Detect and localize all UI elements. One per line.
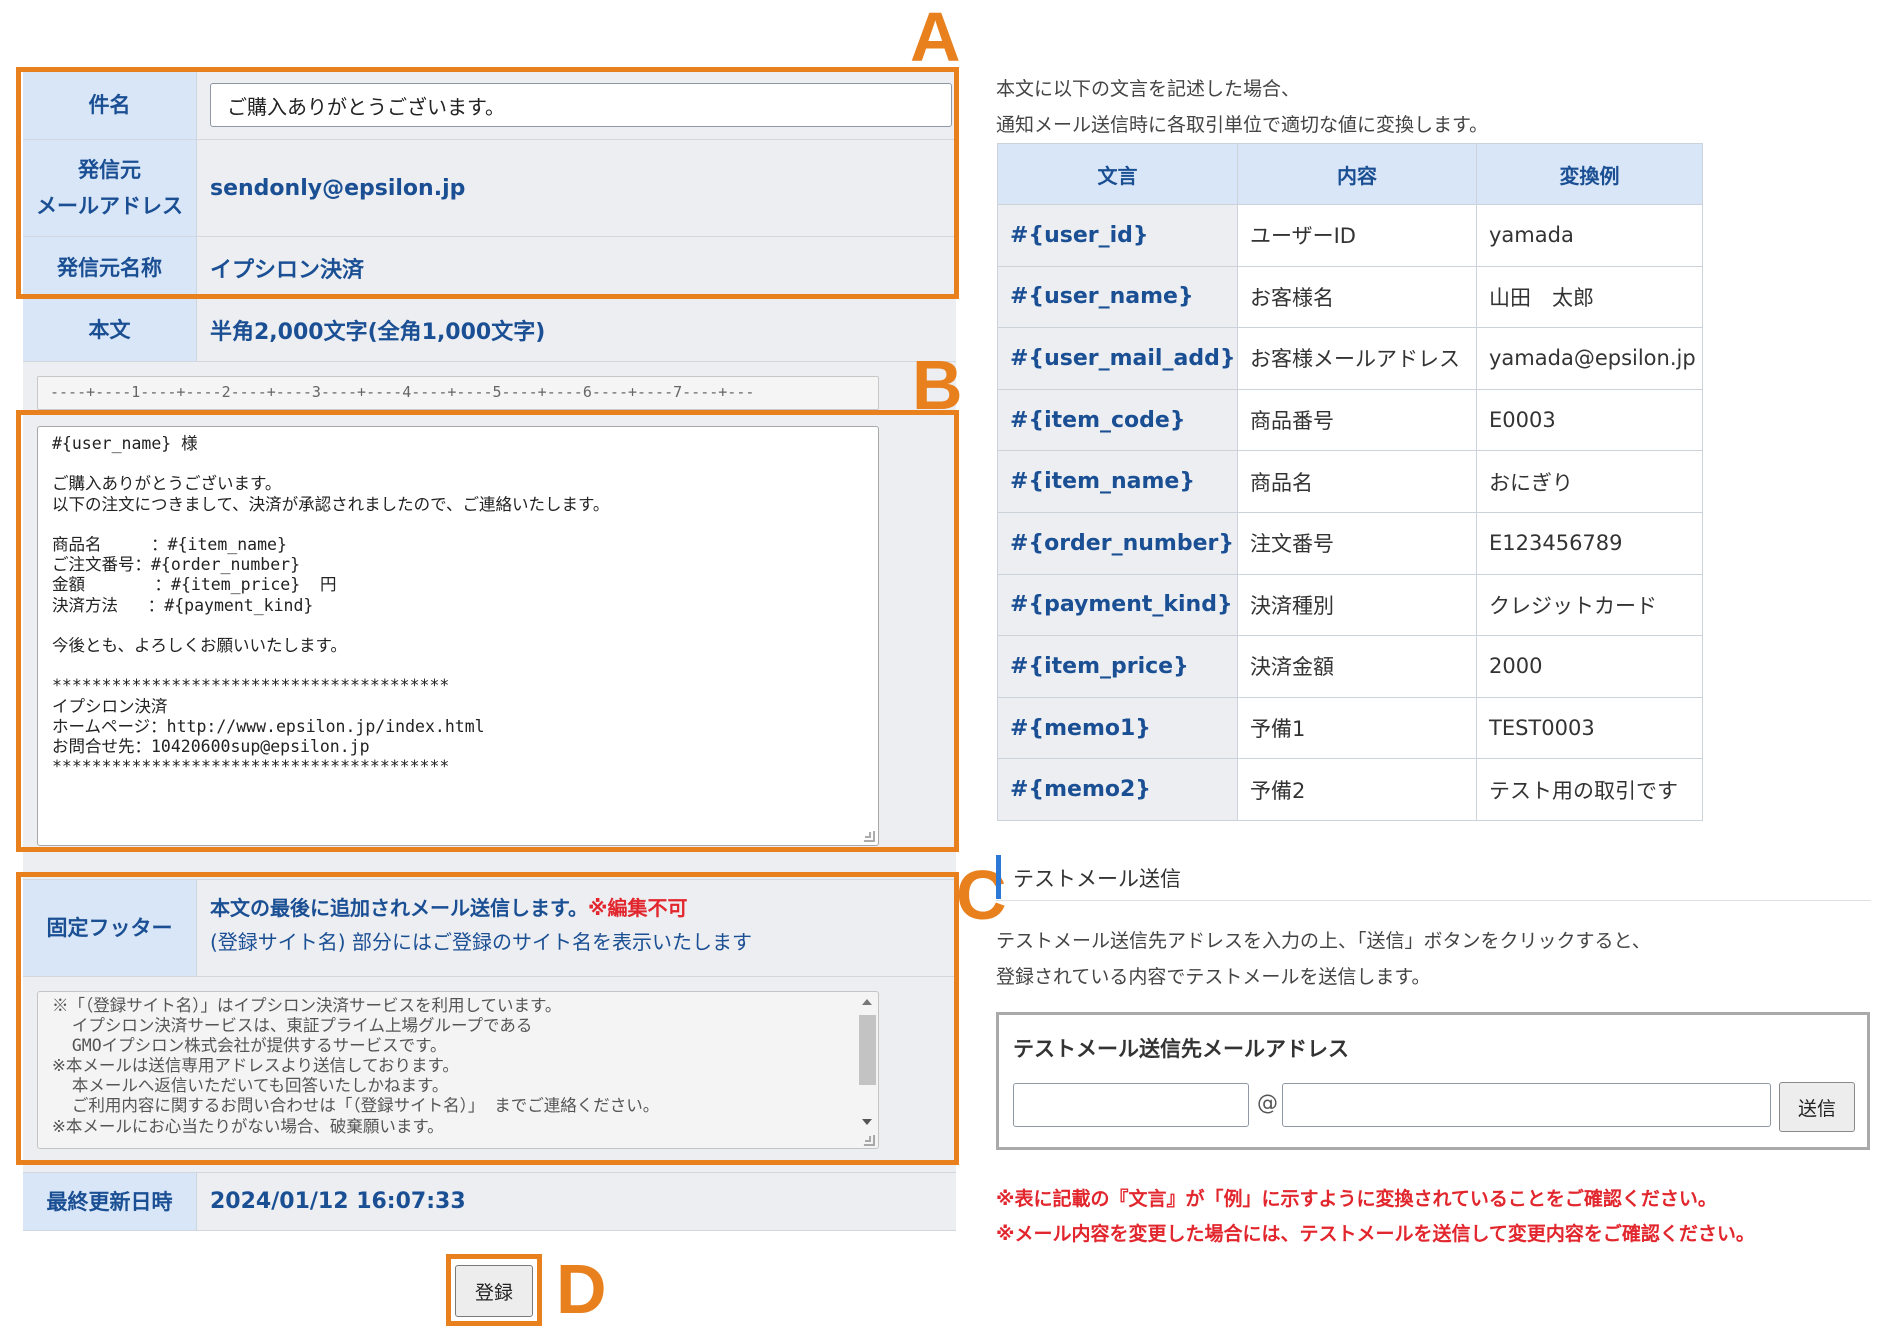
phrase-cell: #{item_code} [997, 388, 1238, 452]
table-row: #{order_number} 注文番号 E123456789 [997, 511, 1703, 575]
test-mail-box: テストメール送信先メールアドレス @ 送信 [996, 1012, 1870, 1150]
content-cell: 決済金額 [1237, 635, 1477, 698]
test-mail-heading: テストメール送信 [996, 855, 1871, 901]
content-cell: ユーザーID [1237, 204, 1477, 267]
test-desc-line-2: 登録されている内容でテストメールを送信します。 [996, 966, 1431, 988]
content-cell: 注文番号 [1237, 511, 1477, 575]
example-cell: E0003 [1476, 388, 1703, 452]
example-cell: 山田 太郎 [1476, 265, 1703, 329]
phrase-cell: #{memo2} [997, 758, 1238, 821]
annotation-letter-d: D [556, 1250, 607, 1328]
send-button[interactable]: 送信 [1779, 1082, 1855, 1132]
table-row: #{user_id} ユーザーID yamada [997, 204, 1703, 267]
content-cell: お客様メールアドレス [1237, 327, 1477, 390]
annotation-box-d [446, 1254, 542, 1326]
table-header-phrase: 文言 [997, 143, 1238, 205]
example-cell: クレジットカード [1476, 573, 1703, 637]
phrase-cell: #{user_mail_add} [997, 327, 1238, 390]
annotation-letter-b: B [912, 346, 963, 424]
phrase-cell: #{user_name} [997, 265, 1238, 329]
table-row: #{memo1} 予備1 TEST0003 [997, 696, 1703, 760]
content-cell: 予備2 [1237, 758, 1477, 821]
column-ruler: ----+----1----+----2----+----3----+----4… [37, 376, 879, 410]
updated-label: 最終更新日時 [23, 1173, 197, 1230]
heading-accent-bar [996, 855, 1001, 899]
at-sign: @ [1257, 1091, 1278, 1115]
content-cell: 商品名 [1237, 450, 1477, 513]
example-cell: yamada@epsilon.jp [1476, 327, 1703, 390]
body-limit: 半角2,000文字(全角1,000文字) [197, 299, 956, 361]
content-cell: お客様名 [1237, 265, 1477, 329]
note-2: ※メール内容を変更した場合には、テストメールを送信して変更内容をご確認ください。 [996, 1223, 1755, 1245]
example-cell: 2000 [1476, 635, 1703, 698]
intro-line-1: 本文に以下の文言を記述した場合、 [996, 78, 1301, 100]
test-mail-box-title: テストメール送信先メールアドレス [1013, 1037, 1349, 1061]
annotation-box-b [16, 410, 959, 852]
phrase-cell: #{order_number} [997, 511, 1238, 575]
table-row: #{memo2} 予備2 テスト用の取引です [997, 758, 1703, 821]
table-row: #{user_mail_add} お客様メールアドレス yamada@epsilon… [997, 327, 1703, 390]
updated-row: 最終更新日時 2024/01/12 16:07:33 [23, 1173, 956, 1231]
test-mail-local-input[interactable] [1013, 1083, 1249, 1127]
content-cell: 予備1 [1237, 696, 1477, 760]
table-row: #{item_name} 商品名 おにぎり [997, 450, 1703, 513]
example-cell: TEST0003 [1476, 696, 1703, 760]
phrase-cell: #{memo1} [997, 696, 1238, 760]
updated-value: 2024/01/12 16:07:33 [197, 1173, 956, 1230]
table-row: #{item_price} 決済金額 2000 [997, 635, 1703, 698]
phrase-cell: #{user_id} [997, 204, 1238, 267]
table-row: #{user_name} お客様名 山田 太郎 [997, 265, 1703, 329]
example-cell: yamada [1476, 204, 1703, 267]
table-header-example: 変換例 [1476, 143, 1703, 205]
body-row: 本文 半角2,000文字(全角1,000文字) [23, 299, 956, 362]
table-header-row: 文言 内容 変換例 [997, 143, 1703, 205]
body-label: 本文 [23, 299, 197, 361]
test-mail-domain-input[interactable] [1282, 1083, 1771, 1127]
table-header-content: 内容 [1237, 143, 1477, 205]
annotation-box-a [16, 67, 959, 299]
table-row: #{payment_kind} 決済種別 クレジットカード [997, 573, 1703, 637]
annotation-letter-a: A [910, 0, 961, 76]
conversion-table: 文言 内容 変換例 #{user_id} ユーザーID yamada #{user_… [997, 143, 1703, 821]
test-desc-line-1: テストメール送信先アドレスを入力の上、「送信」ボタンをクリックすると、 [996, 930, 1651, 952]
content-cell: 商品番号 [1237, 388, 1477, 452]
phrase-cell: #{payment_kind} [997, 573, 1238, 637]
table-row: #{item_code} 商品番号 E0003 [997, 388, 1703, 452]
example-cell: E123456789 [1476, 511, 1703, 575]
intro-line-2: 通知メール送信時に各取引単位で適切な値に変換します。 [996, 114, 1489, 136]
example-cell: おにぎり [1476, 450, 1703, 513]
content-cell: 決済種別 [1237, 573, 1477, 637]
example-cell: テスト用の取引です [1476, 758, 1703, 821]
note-1: ※表に記載の『文言』が「例」に示すように変換されていることをご確認ください。 [996, 1188, 1717, 1210]
phrase-cell: #{item_name} [997, 450, 1238, 513]
phrase-cell: #{item_price} [997, 635, 1238, 698]
annotation-box-c [16, 872, 959, 1165]
test-mail-heading-text: テストメール送信 [1013, 867, 1181, 891]
